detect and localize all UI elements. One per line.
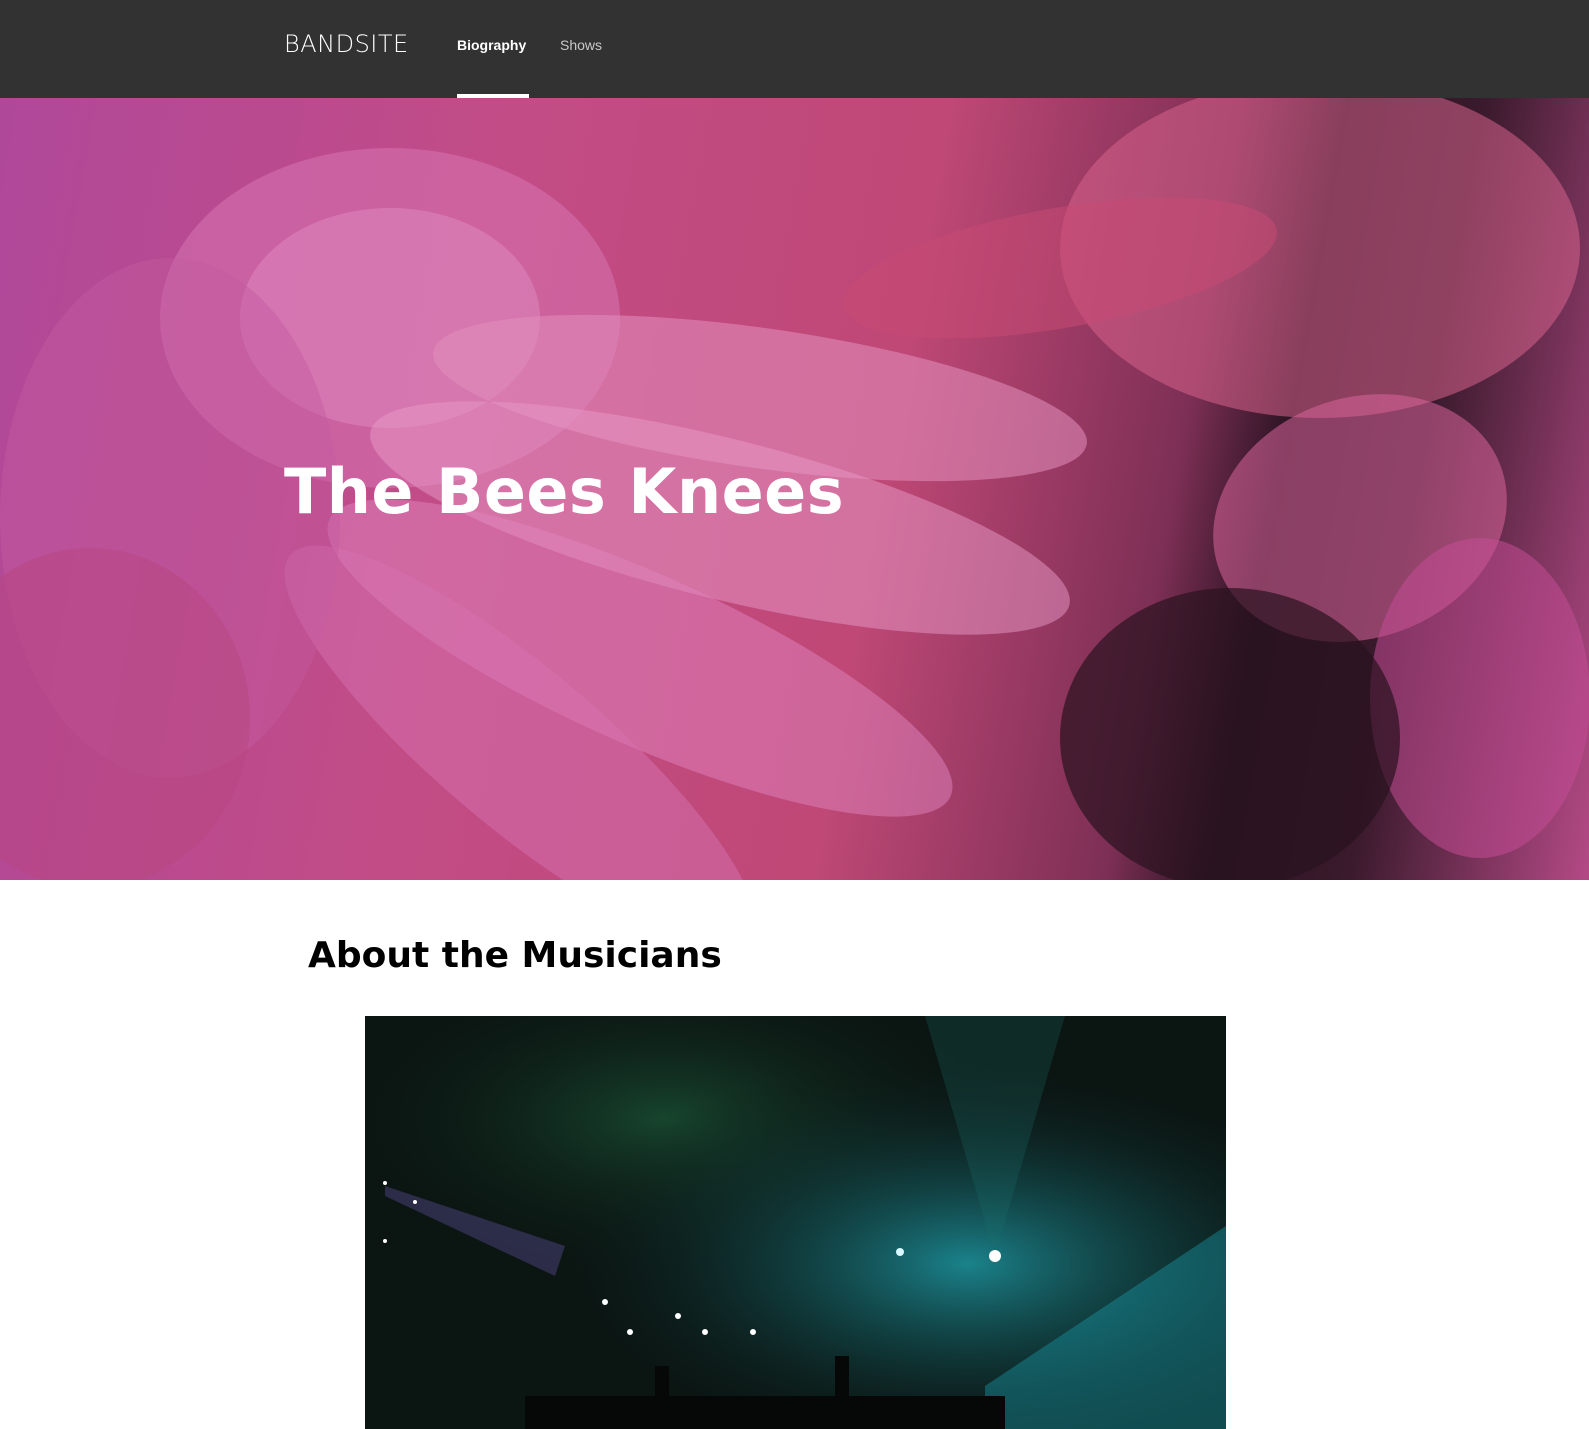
hero-banner: The Bees Knees — [0, 98, 1589, 880]
site-logo[interactable]: BANDSITE — [284, 30, 409, 58]
site-header: BANDSITE Biography Shows — [0, 0, 1589, 98]
concert-photo — [365, 1016, 1226, 1429]
section-title-about: About the Musicians — [308, 935, 722, 976]
nav-link-biography[interactable]: Biography — [457, 37, 526, 53]
nav-link-shows[interactable]: Shows — [560, 37, 602, 53]
hero-title: The Bees Knees — [284, 455, 845, 528]
page: BANDSITE Biography Shows The Bees Knees — [0, 0, 1589, 1429]
concert-image — [365, 1016, 1226, 1429]
